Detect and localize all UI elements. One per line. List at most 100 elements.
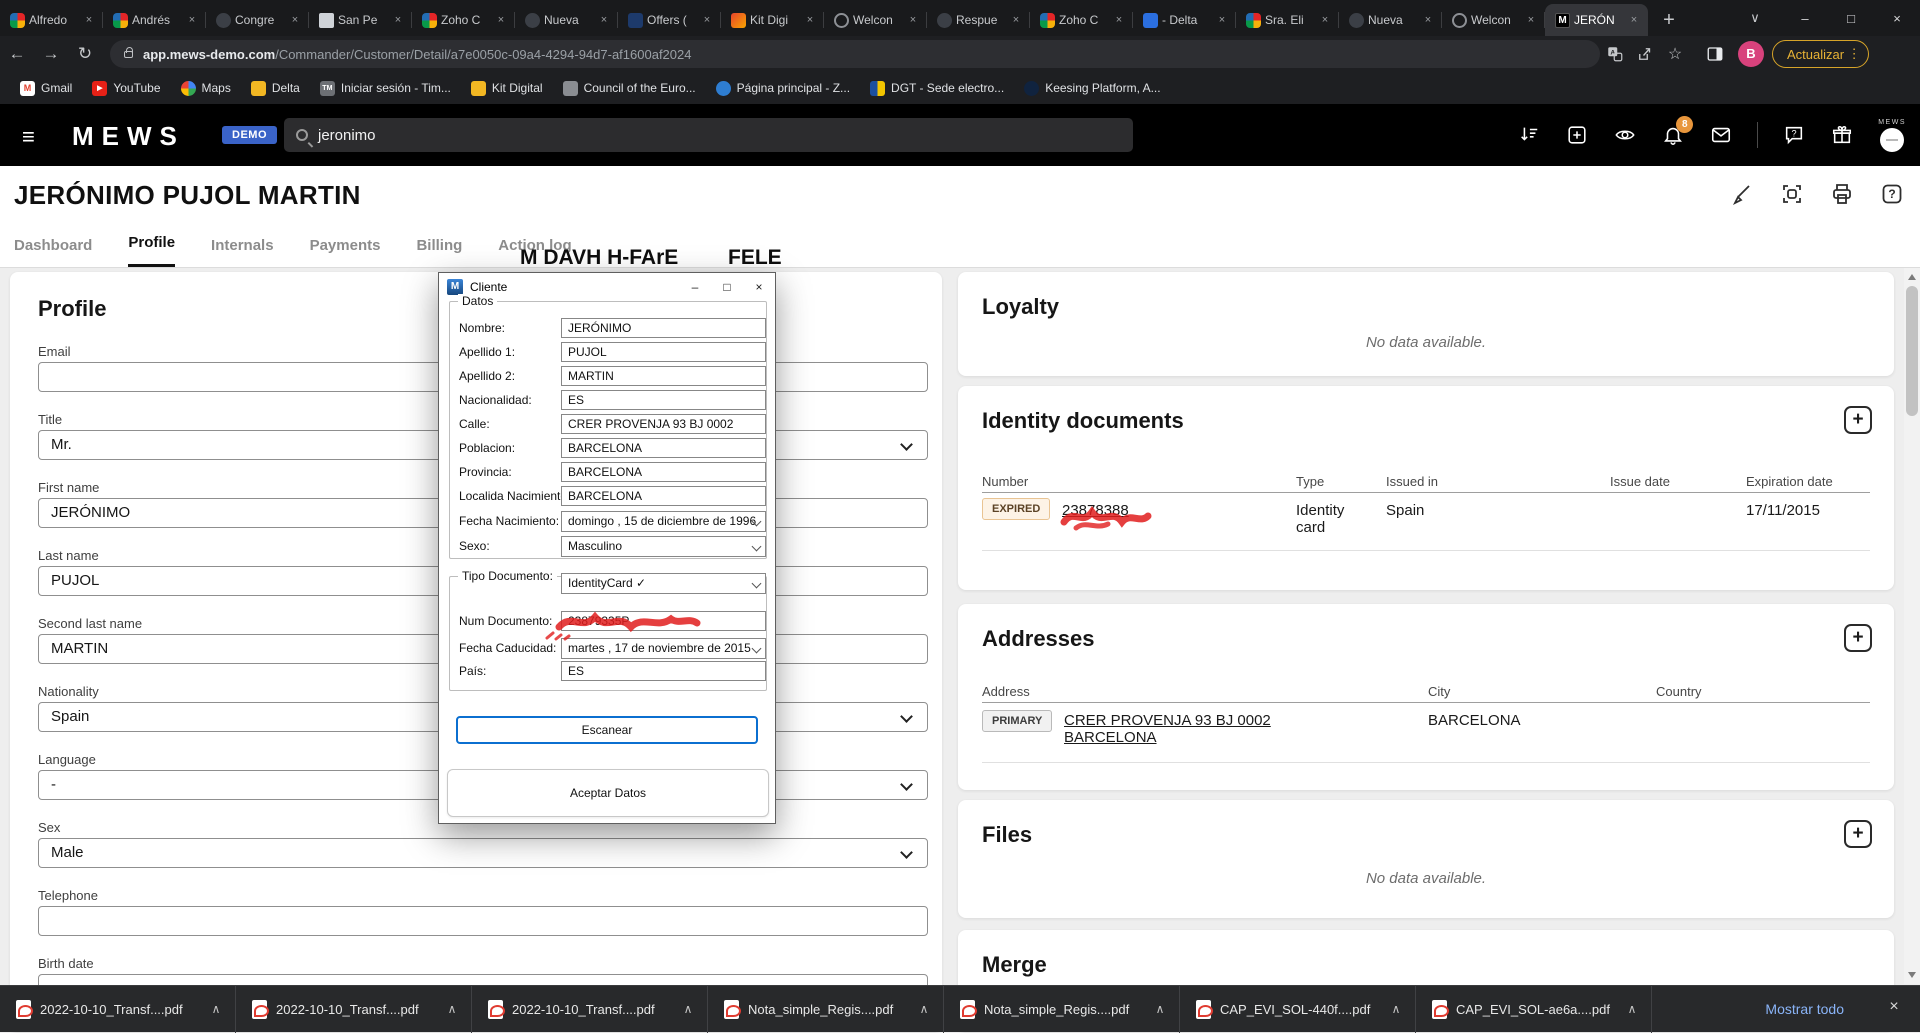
bookmark-item[interactable]: Council of the Euro... bbox=[555, 78, 704, 99]
window-maximize-button[interactable]: □ bbox=[1828, 11, 1874, 26]
lock-icon[interactable] bbox=[124, 51, 133, 58]
address-link[interactable]: CRER PROVENJA 93 BJ 0002BARCELONA bbox=[1064, 712, 1271, 746]
tab-close-icon[interactable]: × bbox=[287, 12, 303, 28]
download-item[interactable]: Nota_simple_Regis....pdf∧ bbox=[944, 986, 1180, 1033]
add-reservation-icon[interactable] bbox=[1565, 123, 1589, 147]
messages-mail-icon[interactable] bbox=[1709, 123, 1733, 147]
bookmark-item[interactable]: Keesing Platform, A... bbox=[1016, 78, 1168, 99]
print-icon[interactable] bbox=[1830, 182, 1854, 211]
browser-tab[interactable]: Welcon× bbox=[1442, 4, 1545, 36]
bookmark-item[interactable]: TMIniciar sesión - Tim... bbox=[312, 78, 459, 99]
tab-profile[interactable]: Profile bbox=[128, 234, 175, 267]
account-menu[interactable]: MEWS bbox=[1878, 119, 1906, 152]
tab-close-icon[interactable]: × bbox=[493, 12, 509, 28]
add-identity-document-button[interactable]: + bbox=[1844, 406, 1872, 434]
gift-icon[interactable] bbox=[1830, 123, 1854, 147]
chevron-up-icon[interactable]: ∧ bbox=[1387, 1002, 1405, 1016]
browser-tab[interactable]: Nueva× bbox=[1339, 4, 1442, 36]
tab-dashboard[interactable]: Dashboard bbox=[14, 237, 92, 267]
browser-tab[interactable]: Kit Digi× bbox=[721, 4, 824, 36]
edit-pen-icon[interactable] bbox=[1730, 182, 1754, 211]
tab-close-icon[interactable]: × bbox=[1214, 12, 1230, 28]
apellido1-input[interactable]: PUJOL bbox=[561, 342, 766, 362]
translate-icon[interactable]: A bbox=[1600, 39, 1630, 69]
aceptar-datos-button[interactable]: Aceptar Datos bbox=[447, 769, 769, 817]
scan-id-icon[interactable] bbox=[1780, 182, 1804, 211]
nacionalidad-input[interactable]: ES bbox=[561, 390, 766, 410]
browser-tab[interactable]: Zoho C× bbox=[412, 4, 515, 36]
browser-tab[interactable]: Congre× bbox=[206, 4, 309, 36]
bookmark-item[interactable]: MGmail bbox=[12, 78, 80, 99]
apellido2-input[interactable]: MARTIN bbox=[561, 366, 766, 386]
download-item[interactable]: Nota_simple_Regis....pdf∧ bbox=[708, 986, 944, 1033]
browser-tab[interactable]: - Delta× bbox=[1133, 4, 1236, 36]
add-file-button[interactable]: + bbox=[1844, 820, 1872, 848]
escanear-button[interactable]: Escanear bbox=[456, 716, 758, 744]
chevron-up-icon[interactable]: ∧ bbox=[679, 1002, 697, 1016]
tab-close-icon[interactable]: × bbox=[802, 12, 818, 28]
browser-tab[interactable]: Respue× bbox=[927, 4, 1030, 36]
tab-close-icon[interactable]: × bbox=[1317, 12, 1333, 28]
num-documento-input[interactable]: 23879335P bbox=[561, 611, 766, 631]
tab-payments[interactable]: Payments bbox=[310, 237, 381, 267]
download-item[interactable]: CAP_EVI_SOL-440f....pdf∧ bbox=[1180, 986, 1416, 1033]
tab-close-icon[interactable]: × bbox=[81, 12, 97, 28]
tab-close-icon[interactable]: × bbox=[905, 12, 921, 28]
download-item[interactable]: CAP_EVI_SOL-ae6a....pdf∧ bbox=[1416, 986, 1652, 1033]
tab-close-icon[interactable]: × bbox=[1420, 12, 1436, 28]
bookmark-item[interactable]: ▶YouTube bbox=[84, 78, 168, 99]
dialog-maximize-button[interactable]: □ bbox=[711, 273, 743, 301]
bookmark-item[interactable]: Página principal - Z... bbox=[708, 78, 858, 99]
tab-close-icon[interactable]: × bbox=[1111, 12, 1127, 28]
chevron-up-icon[interactable]: ∧ bbox=[915, 1002, 933, 1016]
provincia-input[interactable]: BARCELONA bbox=[561, 462, 766, 482]
chevron-up-icon[interactable]: ∧ bbox=[1151, 1002, 1169, 1016]
bookmark-item[interactable]: Maps bbox=[173, 78, 239, 99]
tipo-documento-select[interactable]: IdentityCard ✓ bbox=[561, 573, 766, 594]
scroll-up-icon[interactable] bbox=[1908, 274, 1916, 280]
browser-tab[interactable]: Sra. Eli× bbox=[1236, 4, 1339, 36]
localida-nacimiento-input[interactable]: BARCELONA bbox=[561, 486, 766, 506]
tab-internals[interactable]: Internals bbox=[211, 237, 274, 267]
new-tab-button[interactable]: + bbox=[1654, 6, 1684, 36]
mews-logo[interactable]: MEWS bbox=[72, 121, 185, 152]
help-icon[interactable]: ? bbox=[1880, 182, 1904, 211]
download-item[interactable]: 2022-10-10_Transf....pdf∧ bbox=[236, 986, 472, 1033]
browser-tab[interactable]: Offers (× bbox=[618, 4, 721, 36]
download-item[interactable]: 2022-10-10_Transf....pdf∧ bbox=[0, 986, 236, 1033]
global-search-input[interactable]: jeronimo bbox=[284, 118, 1133, 152]
show-all-downloads-button[interactable]: Mostrar todo bbox=[1751, 994, 1858, 1025]
downloads-close-icon[interactable]: × bbox=[1882, 998, 1906, 1016]
tab-close-icon[interactable]: × bbox=[184, 12, 200, 28]
fecha-nacimiento-select[interactable]: domingo , 15 de diciembre de 1996 bbox=[561, 511, 766, 532]
dialog-minimize-button[interactable]: – bbox=[679, 273, 711, 301]
tab-close-icon[interactable]: × bbox=[1008, 12, 1024, 28]
sex-select[interactable]: Male bbox=[38, 838, 928, 868]
browser-tab[interactable]: Alfredo× bbox=[0, 4, 103, 36]
bookmark-star-icon[interactable]: ☆ bbox=[1660, 39, 1690, 69]
forward-button[interactable]: → bbox=[34, 44, 68, 64]
chevron-up-icon[interactable]: ∧ bbox=[1623, 1002, 1641, 1016]
window-close-button[interactable]: × bbox=[1874, 11, 1920, 26]
fecha-caducidad-select[interactable]: martes , 17 de noviembre de 2015 bbox=[561, 638, 766, 659]
bookmark-item[interactable]: Kit Digital bbox=[463, 78, 551, 99]
tab-close-icon[interactable]: × bbox=[390, 12, 406, 28]
browser-menu-icon[interactable]: ⋮ bbox=[1844, 46, 1864, 62]
nombre-input[interactable]: JERÓNIMO bbox=[561, 318, 766, 338]
help-chat-icon[interactable]: ? bbox=[1782, 123, 1806, 147]
poblacion-input[interactable]: BARCELONA bbox=[561, 438, 766, 458]
browser-tab-active[interactable]: MJERÓN× bbox=[1545, 4, 1648, 36]
telephone-field[interactable] bbox=[38, 906, 928, 936]
share-icon[interactable] bbox=[1630, 39, 1660, 69]
side-panel-icon[interactable] bbox=[1700, 39, 1730, 69]
address-bar[interactable]: app.mews-demo.com/Commander/Customer/Det… bbox=[110, 40, 1600, 68]
scroll-down-icon[interactable] bbox=[1908, 972, 1916, 978]
back-button[interactable]: ← bbox=[0, 44, 34, 64]
tab-search-icon[interactable]: ∨ bbox=[1740, 0, 1770, 36]
tab-close-icon[interactable]: × bbox=[699, 12, 715, 28]
add-address-button[interactable]: + bbox=[1844, 624, 1872, 652]
browser-tab[interactable]: Zoho C× bbox=[1030, 4, 1133, 36]
window-minimize-button[interactable]: – bbox=[1782, 11, 1828, 26]
tab-close-icon[interactable]: × bbox=[1523, 12, 1539, 28]
scrollbar-thumb[interactable] bbox=[1906, 286, 1918, 416]
